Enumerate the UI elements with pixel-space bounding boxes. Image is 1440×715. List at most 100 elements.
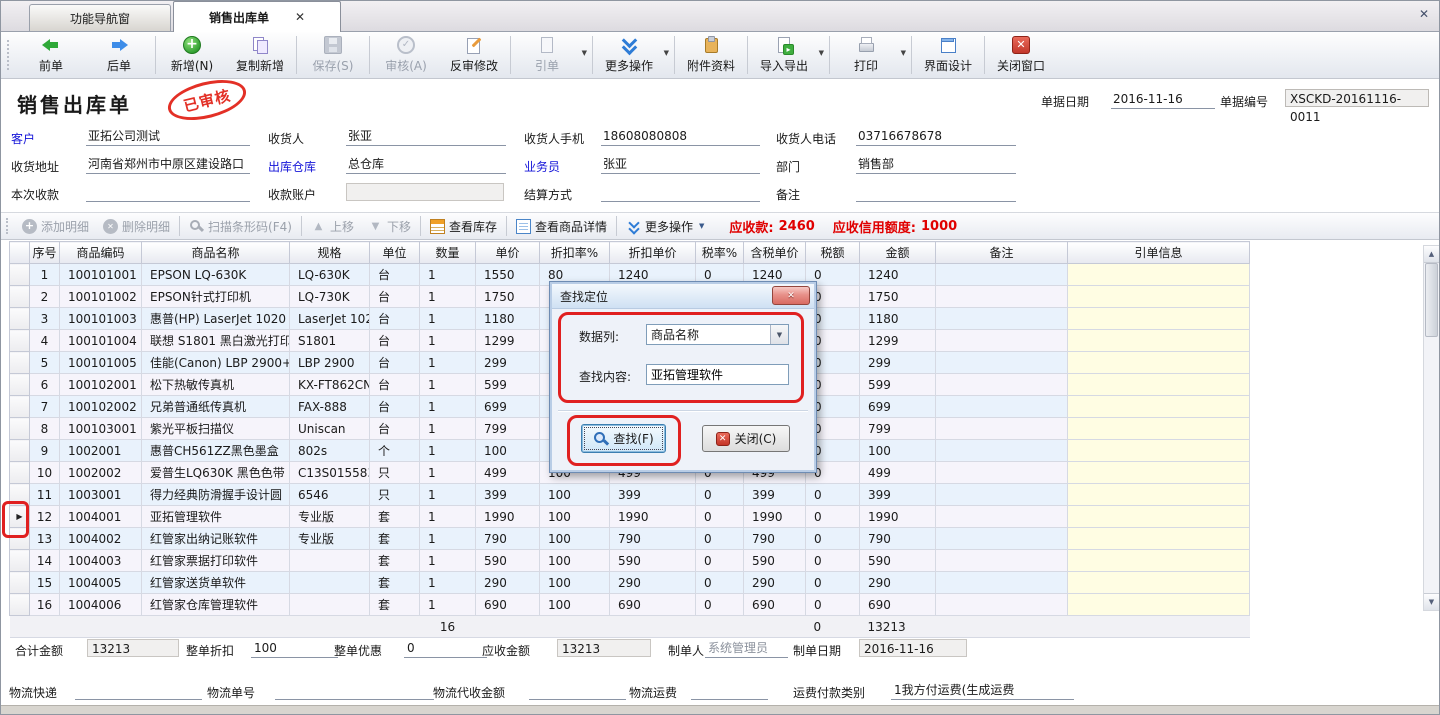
row-marker-cell[interactable] — [10, 374, 30, 396]
table-cell[interactable] — [936, 506, 1068, 528]
scroll-up-icon[interactable]: ▲ — [1424, 246, 1439, 263]
column-header[interactable]: 单价 — [476, 242, 540, 264]
table-cell[interactable]: 1750 — [476, 286, 540, 308]
table-cell[interactable]: 699 — [476, 396, 540, 418]
summary-field[interactable]: 0 — [404, 639, 487, 658]
table-cell[interactable] — [1068, 528, 1250, 550]
table-cell[interactable]: 套 — [370, 550, 420, 572]
select-arrow-icon[interactable]: ▼ — [770, 325, 788, 344]
summary-field[interactable]: 100 — [251, 639, 338, 658]
table-cell[interactable]: 只 — [370, 462, 420, 484]
scroll-down-icon[interactable]: ▼ — [1424, 593, 1439, 610]
form-field[interactable]: 河南省郑州市中原区建设路口 — [86, 155, 250, 174]
attachments-button[interactable]: 附件资料 — [677, 31, 745, 79]
table-cell[interactable] — [936, 286, 1068, 308]
table-cell[interactable]: 790 — [610, 528, 696, 550]
table-cell[interactable]: 599 — [860, 374, 936, 396]
table-cell[interactable]: 290 — [860, 572, 936, 594]
table-cell[interactable]: 290 — [610, 572, 696, 594]
dropdown-arrow-icon[interactable]: ▼ — [582, 49, 587, 57]
column-header[interactable]: 数量 — [420, 242, 476, 264]
table-row[interactable]: 131004002红管家出纳记账软件专业版套179010079007900790 — [10, 528, 1250, 550]
table-cell[interactable]: 13 — [30, 528, 60, 550]
table-cell[interactable]: 399 — [476, 484, 540, 506]
copy-new-button[interactable]: 复制新增 — [226, 31, 294, 79]
table-row[interactable]: 151004005红管家送货单软件套129010029002900290 — [10, 572, 1250, 594]
table-cell[interactable]: 8 — [30, 418, 60, 440]
table-cell[interactable] — [936, 330, 1068, 352]
table-cell[interactable]: 台 — [370, 264, 420, 286]
summary-field[interactable]: 1我方付运费(生成运费 — [891, 681, 1074, 700]
row-marker-cell[interactable] — [10, 594, 30, 616]
row-marker-cell[interactable] — [10, 264, 30, 286]
table-cell[interactable]: 1 — [420, 396, 476, 418]
table-cell[interactable]: 100 — [476, 440, 540, 462]
form-field[interactable] — [86, 183, 250, 202]
form-field[interactable]: 销售部 — [856, 155, 1016, 174]
table-cell[interactable]: 1003001 — [60, 484, 142, 506]
row-marker-cell[interactable] — [10, 330, 30, 352]
form-field[interactable] — [601, 183, 760, 202]
table-cell[interactable]: 5 — [30, 352, 60, 374]
table-cell[interactable]: Uniscan — [290, 418, 370, 440]
add-new-button[interactable]: 新增(N) — [158, 31, 226, 79]
column-header[interactable]: 备注 — [936, 242, 1068, 264]
window-close-icon[interactable]: ✕ — [1419, 7, 1429, 21]
tab-close-icon[interactable]: ✕ — [295, 10, 305, 24]
table-cell[interactable]: 6 — [30, 374, 60, 396]
row-marker-header[interactable] — [10, 242, 30, 264]
table-cell[interactable] — [1068, 286, 1250, 308]
table-cell[interactable]: 2 — [30, 286, 60, 308]
table-cell[interactable]: 1 — [30, 264, 60, 286]
table-cell[interactable]: 1004001 — [60, 506, 142, 528]
prev-doc-button[interactable]: 前单 — [17, 31, 85, 79]
data-column-select[interactable]: 商品名称 ▼ — [646, 324, 789, 345]
row-marker-cell[interactable] — [10, 308, 30, 330]
table-cell[interactable]: 14 — [30, 550, 60, 572]
row-marker-cell[interactable] — [10, 440, 30, 462]
table-cell[interactable]: 1004002 — [60, 528, 142, 550]
table-cell[interactable]: C13S015583 — [290, 462, 370, 484]
table-cell[interactable]: 100 — [540, 572, 610, 594]
table-cell[interactable]: 799 — [476, 418, 540, 440]
table-row[interactable]: ▶121004001亚拓管理软件专业版套11990100199001990019… — [10, 506, 1250, 528]
column-header[interactable]: 折扣单价 — [610, 242, 696, 264]
table-cell[interactable]: 6546 — [290, 484, 370, 506]
table-cell[interactable]: 套 — [370, 528, 420, 550]
table-cell[interactable]: 790 — [860, 528, 936, 550]
row-marker-cell[interactable]: ▶ — [10, 506, 30, 528]
table-row[interactable]: 161004006红管家仓库管理软件套169010069006900690 — [10, 594, 1250, 616]
column-header[interactable]: 商品名称 — [142, 242, 290, 264]
table-cell[interactable]: 只 — [370, 484, 420, 506]
table-cell[interactable]: 290 — [744, 572, 806, 594]
table-cell[interactable]: 100 — [860, 440, 936, 462]
table-cell[interactable]: 1002002 — [60, 462, 142, 484]
table-cell[interactable]: 590 — [610, 550, 696, 572]
row-marker-cell[interactable] — [10, 462, 30, 484]
column-header[interactable]: 税率% — [696, 242, 744, 264]
table-cell[interactable]: 台 — [370, 352, 420, 374]
table-cell[interactable]: 1 — [420, 352, 476, 374]
unapprove-edit-button[interactable]: 反审修改 — [440, 31, 508, 79]
table-cell[interactable]: 100 — [540, 484, 610, 506]
table-cell[interactable] — [936, 352, 1068, 374]
table-cell[interactable] — [936, 374, 1068, 396]
view-stock-button[interactable]: 查看库存 — [423, 218, 504, 235]
more-actions-button[interactable]: 更多操作▼ — [595, 31, 672, 79]
dropdown-arrow-icon[interactable]: ▼ — [901, 49, 906, 57]
table-cell[interactable]: 3 — [30, 308, 60, 330]
dialog-close-button[interactable]: ✕ — [772, 286, 810, 305]
table-cell[interactable] — [1068, 330, 1250, 352]
table-cell[interactable]: 100101002 — [60, 286, 142, 308]
table-cell[interactable]: 1180 — [860, 308, 936, 330]
column-header[interactable]: 单位 — [370, 242, 420, 264]
table-cell[interactable]: 100 — [540, 528, 610, 550]
row-marker-cell[interactable] — [10, 286, 30, 308]
table-cell[interactable]: 台 — [370, 418, 420, 440]
table-cell[interactable]: 兄弟普通纸传真机 — [142, 396, 290, 418]
row-marker-cell[interactable] — [10, 572, 30, 594]
table-cell[interactable]: 1004005 — [60, 572, 142, 594]
table-cell[interactable] — [936, 594, 1068, 616]
table-cell[interactable]: 100101004 — [60, 330, 142, 352]
table-cell[interactable]: 12 — [30, 506, 60, 528]
